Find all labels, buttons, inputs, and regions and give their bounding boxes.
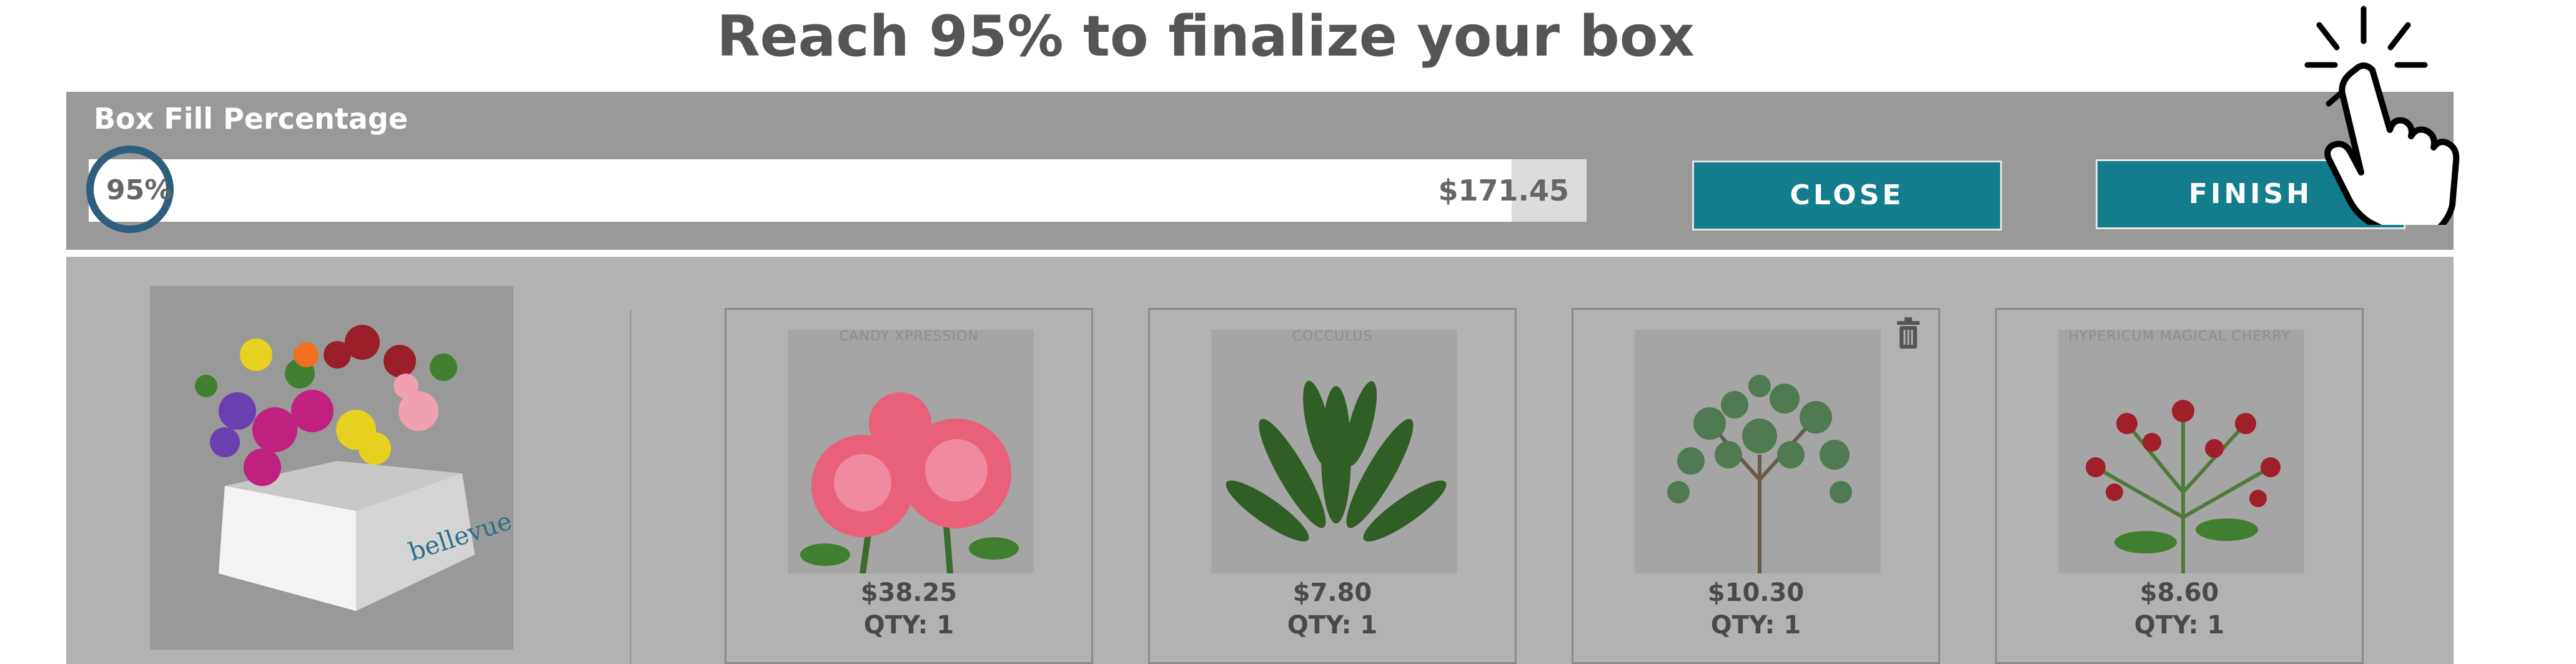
trash-icon[interactable] [1895,317,1922,350]
pink-rose-image [800,392,1019,574]
box-contents-panel: bellevue CANDY XPRESSION $38.25 QTY: 1 C… [66,257,2454,664]
click-hand-icon [2304,6,2460,225]
product-card[interactable]: HYPERICUM MAGICAL CHERRY $8.60 QTY: 1 [1995,308,2364,664]
box-fill-percent: 95% [106,174,172,206]
product-quantity: QTY: 1 [1710,611,1801,640]
product-name: COCCULUS [1292,329,1373,344]
box-fill-progress-bar: 95% $171.45 [86,146,1587,233]
product-card[interactable]: $10.30 QTY: 1 [1572,308,1940,664]
product-quantity: QTY: 1 [2134,611,2225,640]
product-photo [788,330,1034,574]
page-title: Reach 95% to finalize your box [716,4,1695,69]
product-photo [2058,330,2304,573]
close-button[interactable]: CLOSE [1692,161,2002,230]
section-divider [66,250,2454,257]
product-card[interactable]: COCCULUS $7.80 QTY: 1 [1148,308,1517,664]
product-photo [1635,330,1881,573]
product-name: HYPERICUM MAGICAL CHERRY [2068,329,2291,344]
box-fill-panel: Box Fill Percentage 95% $171.45 CLOSE FI… [66,92,2454,250]
product-price: $8.60 [2139,578,2219,607]
box-fill-progress-fill [89,159,1512,222]
eucalyptus-image [1667,375,1852,573]
green-leaves-image [1226,380,1447,542]
product-photo [1211,330,1457,573]
box-fill-label: Box Fill Percentage [94,102,409,136]
product-quantity: QTY: 1 [863,611,954,640]
product-name: CANDY XPRESSION [839,329,979,344]
product-price: $7.80 [1292,578,1372,607]
vertical-separator [630,310,632,664]
flower-box-image: bellevue [150,286,513,650]
product-price: $38.25 [860,578,958,607]
product-price: $10.30 [1707,578,1805,607]
product-card[interactable]: CANDY XPRESSION $38.25 QTY: 1 [725,308,1093,664]
hypericum-image [2086,400,2281,573]
box-total-price: $171.45 [1438,174,1569,207]
product-quantity: QTY: 1 [1287,611,1378,640]
